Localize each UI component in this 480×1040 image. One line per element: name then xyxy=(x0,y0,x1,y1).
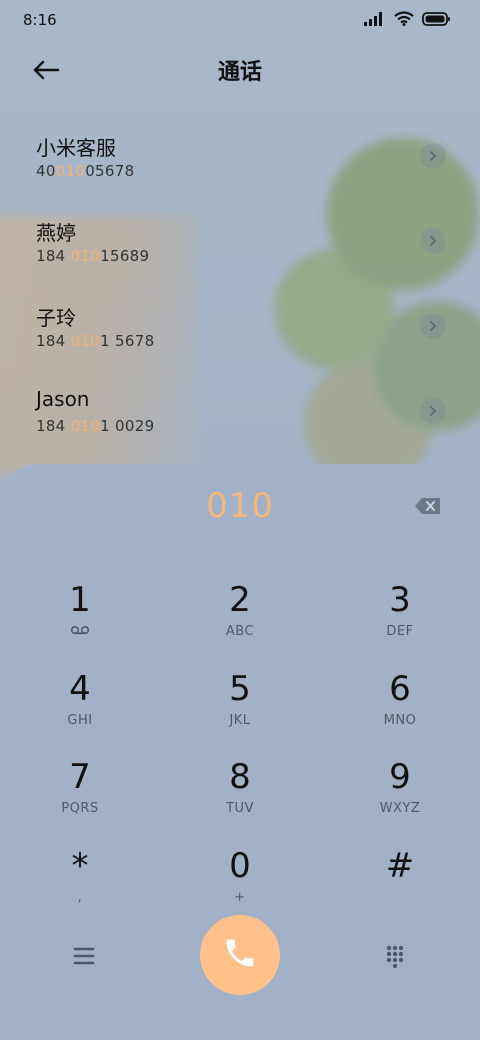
dial-key-7[interactable]: 7 PQRS xyxy=(25,757,135,833)
status-time: 8:16 xyxy=(23,11,57,29)
dial-key-9[interactable]: 9 WXYZ xyxy=(345,757,455,833)
contact-name: 燕婷 xyxy=(36,221,76,245)
dial-key-star[interactable]: * , xyxy=(25,846,135,922)
bottom-action-bar xyxy=(0,915,480,995)
wifi-icon xyxy=(394,11,414,30)
voicemail-icon xyxy=(25,624,135,639)
dial-key-0[interactable]: 0 + xyxy=(185,846,295,922)
contact-number: 184 0101 0029 xyxy=(36,417,155,435)
chevron-right-icon[interactable] xyxy=(420,313,446,339)
dial-key-3[interactable]: 3 DEF xyxy=(345,580,455,656)
call-button[interactable] xyxy=(200,915,280,995)
dial-key-2[interactable]: 2 ABC xyxy=(185,580,295,656)
dialpad-toggle-icon[interactable] xyxy=(380,941,410,971)
contact-number: 184 01015689 xyxy=(36,247,150,265)
header: 通话 xyxy=(0,48,480,92)
dial-key-hash[interactable]: # xyxy=(345,846,455,922)
contact-number: 184 0101 5678 xyxy=(36,332,155,350)
contact-item[interactable]: 小米客服 4001005678 xyxy=(0,128,480,213)
chevron-right-icon[interactable] xyxy=(420,398,446,424)
backspace-icon[interactable] xyxy=(414,496,442,516)
signal-icon xyxy=(364,11,386,30)
status-icons xyxy=(364,11,450,30)
contact-name: 小米客服 xyxy=(36,136,116,160)
menu-icon[interactable] xyxy=(66,941,102,971)
dialed-number: 010 xyxy=(206,486,274,526)
dial-key-1[interactable]: 1 xyxy=(25,580,135,656)
page-title: 通话 xyxy=(217,60,262,85)
phone-icon xyxy=(222,935,258,975)
dial-key-8[interactable]: 8 TUV xyxy=(185,757,295,833)
chevron-right-icon[interactable] xyxy=(420,143,446,169)
status-bar: 8:16 xyxy=(0,0,480,40)
contact-name: 子玲 xyxy=(36,306,76,330)
dial-key-4[interactable]: 4 GHI xyxy=(25,669,135,745)
battery-icon xyxy=(422,11,450,30)
dial-key-5[interactable]: 5 JKL xyxy=(185,669,295,745)
contact-number: 4001005678 xyxy=(36,162,135,180)
chevron-right-icon[interactable] xyxy=(420,228,446,254)
dial-key-6[interactable]: 6 MNO xyxy=(345,669,455,745)
contact-item[interactable]: 子玲 184 0101 5678 xyxy=(0,298,480,383)
contact-list: 小米客服 4001005678 燕婷 184 01015689 子玲 184 0… xyxy=(0,128,480,468)
contact-name: Jason xyxy=(36,387,90,411)
contact-item[interactable]: Jason 184 0101 0029 xyxy=(0,383,480,468)
contact-item[interactable]: 燕婷 184 01015689 xyxy=(0,213,480,298)
